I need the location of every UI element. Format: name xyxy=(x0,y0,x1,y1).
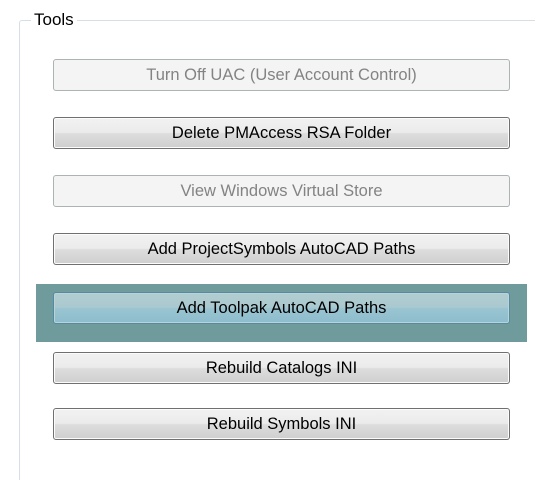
tools-groupbox-title: Tools xyxy=(31,10,77,30)
rebuild-catalogs-ini-button[interactable]: Rebuild Catalogs INI xyxy=(53,352,510,384)
turn-off-uac-button[interactable]: Turn Off UAC (User Account Control) xyxy=(53,59,510,91)
add-projectsymbols-autocad-paths-button[interactable]: Add ProjectSymbols AutoCAD Paths xyxy=(53,233,510,265)
delete-pmaccess-rsa-folder-button[interactable]: Delete PMAccess RSA Folder xyxy=(53,117,510,149)
view-windows-virtual-store-button[interactable]: View Windows Virtual Store xyxy=(53,175,510,207)
rebuild-symbols-ini-button[interactable]: Rebuild Symbols INI xyxy=(53,408,510,440)
add-toolpak-autocad-paths-label: Add Toolpak AutoCAD Paths xyxy=(176,299,387,317)
